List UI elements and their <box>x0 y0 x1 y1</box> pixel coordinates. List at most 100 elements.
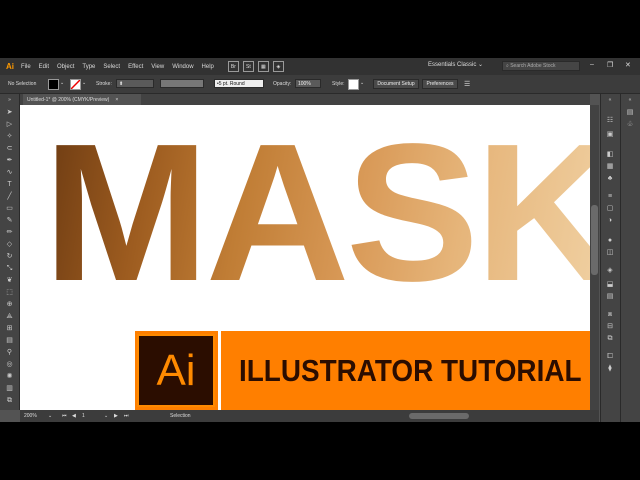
brush-dropdown[interactable]: • 5 pt. Round <box>214 79 264 88</box>
type-icon[interactable]: T <box>4 180 15 189</box>
magic-wand-icon[interactable]: ✧ <box>4 132 15 141</box>
menu-help[interactable]: Help <box>202 64 214 70</box>
canvas[interactable]: MASK Ai ILLUSTRATOR TUTORIAL <box>20 105 590 410</box>
opacity-value: 100% <box>298 80 311 87</box>
artboard-dropdown-icon[interactable]: ⌄ <box>104 413 108 419</box>
document-tab[interactable]: Untitled-1* @ 200% (CMYK/Preview) × <box>23 94 141 105</box>
symbols-icon[interactable]: ♧ <box>625 120 635 128</box>
arrange-documents-icon[interactable]: ▦ <box>257 61 269 72</box>
prev-artboard-icon[interactable]: ◀ <box>72 413 76 419</box>
zoom-dropdown-icon[interactable]: ⌄ <box>48 413 52 419</box>
graphic-styles-icon[interactable]: ◫ <box>605 248 615 256</box>
free-transform-icon[interactable]: ⬚ <box>4 288 15 297</box>
restore-icon[interactable]: ❐ <box>607 61 613 69</box>
gpu-performance-icon[interactable]: ◈ <box>272 61 284 72</box>
rectangle-icon[interactable]: ▭ <box>4 204 15 213</box>
stroke-dropdown-icon[interactable]: ⌄ <box>82 80 86 86</box>
shape-builder-icon[interactable]: ⊕ <box>4 300 15 309</box>
menu-select[interactable]: Select <box>103 64 120 70</box>
menu-effect[interactable]: Effect <box>128 64 143 70</box>
collapse-tools-icon[interactable]: » <box>4 96 15 105</box>
blend-icon[interactable]: ◎ <box>4 360 15 369</box>
scale-icon[interactable]: ⤡ <box>4 264 15 273</box>
mesh-icon[interactable]: ⊞ <box>4 324 15 333</box>
appearance-icon[interactable]: ● <box>605 236 615 244</box>
stroke-icon[interactable]: ≡ <box>605 192 615 200</box>
bridge-icon[interactable]: Br <box>227 61 239 72</box>
libraries-icon[interactable]: ▣ <box>605 130 615 138</box>
transform-icon[interactable]: ⧈ <box>605 310 615 318</box>
vertical-scrollbar[interactable] <box>590 105 599 410</box>
collapse-panels-icon[interactable]: « <box>605 96 615 104</box>
graphic-style-swatch[interactable] <box>348 79 359 90</box>
swatches-icon[interactable]: ♣ <box>605 174 615 182</box>
direct-selection-icon[interactable]: ▷ <box>4 120 15 129</box>
document-setup-button[interactable]: Document Setup <box>373 79 419 89</box>
lasso-icon[interactable]: ⊂ <box>4 144 15 153</box>
eraser-icon[interactable]: ◇ <box>4 240 15 249</box>
close-window-icon[interactable]: ✕ <box>625 61 631 69</box>
eyedropper-icon[interactable]: ⚲ <box>4 348 15 357</box>
rotate-icon[interactable]: ↻ <box>4 252 15 261</box>
first-artboard-icon[interactable]: ⏮ <box>62 413 67 419</box>
tutorial-banner[interactable]: Ai ILLUSTRATOR TUTORIAL <box>135 331 590 410</box>
close-tab-icon[interactable]: × <box>115 97 118 103</box>
line-icon[interactable]: ╱ <box>4 192 15 201</box>
preferences-button[interactable]: Preferences <box>422 79 458 89</box>
stroke-swatch[interactable] <box>70 79 81 90</box>
brushes-icon[interactable]: ▤ <box>625 108 635 116</box>
artboard[interactable]: MASK Ai ILLUSTRATOR TUTORIAL <box>20 105 590 410</box>
panel-menu-icon[interactable]: ☰ <box>464 80 470 88</box>
symbol-sprayer-icon[interactable]: ✺ <box>4 372 15 381</box>
asset-export-icon[interactable]: ⬓ <box>605 280 615 288</box>
opacity-field[interactable]: 100% <box>295 79 321 88</box>
workspace-switcher[interactable]: Essentials Classic ⌄ <box>428 61 483 68</box>
stroke-weight-field[interactable]: ⬍ <box>116 79 154 88</box>
curvature-icon[interactable]: ∿ <box>4 168 15 177</box>
style-dropdown-icon[interactable]: ⌄ <box>360 80 364 86</box>
align-icon[interactable]: ⊟ <box>605 322 615 330</box>
panel-dock-right: « ▤ ♧ <box>620 94 640 422</box>
masked-word[interactable]: MASK <box>43 115 590 311</box>
warp-icon[interactable]: ❦ <box>4 276 15 285</box>
pen-icon[interactable]: ✒ <box>4 156 15 165</box>
variable-width-dropdown[interactable] <box>160 79 204 88</box>
gradient-panel-icon[interactable]: ▢ <box>605 204 615 212</box>
artboard-icon[interactable]: ⧉ <box>4 396 15 405</box>
minimize-icon[interactable]: – <box>590 61 594 68</box>
menu-view[interactable]: View <box>151 64 164 70</box>
color-icon[interactable]: ◧ <box>605 150 615 158</box>
menu-file[interactable]: File <box>21 64 31 70</box>
paintbrush-icon[interactable]: ✎ <box>4 216 15 225</box>
gradient-icon[interactable]: ▤ <box>4 336 15 345</box>
collapse-dock-icon[interactable]: « <box>625 96 635 104</box>
artboard-number[interactable]: 1 <box>82 413 85 419</box>
layers-icon[interactable]: ◈ <box>605 266 615 274</box>
horizontal-scroll-thumb[interactable] <box>409 413 469 419</box>
pencil-icon[interactable]: ✏ <box>4 228 15 237</box>
status-tool: Selection <box>170 413 191 419</box>
zoom-level[interactable]: 200% <box>24 413 37 419</box>
stock-icon[interactable]: St <box>242 61 254 72</box>
fill-swatch[interactable] <box>48 79 59 90</box>
no-stroke-icon <box>70 79 81 90</box>
next-artboard-icon[interactable]: ▶ <box>114 413 118 419</box>
stock-search-input[interactable]: ⌕ Search Adobe Stock <box>502 61 580 71</box>
links-icon[interactable]: ⧠ <box>605 352 615 360</box>
pathfinder-icon[interactable]: ⧉ <box>605 334 615 342</box>
export-icon[interactable]: ⧫ <box>605 364 615 372</box>
transparency-icon[interactable]: ◑ <box>605 216 615 224</box>
menu-type[interactable]: Type <box>82 64 95 70</box>
properties-icon[interactable]: ☷ <box>605 116 615 124</box>
menu-object[interactable]: Object <box>57 64 74 70</box>
artboards-icon[interactable]: ▤ <box>605 292 615 300</box>
perspective-icon[interactable]: ⟁ <box>4 312 15 321</box>
menu-edit[interactable]: Edit <box>39 64 49 70</box>
selection-icon[interactable]: ➤ <box>4 108 15 117</box>
last-artboard-icon[interactable]: ⏭ <box>124 413 129 419</box>
vertical-scroll-thumb[interactable] <box>591 205 598 275</box>
color-guide-icon[interactable]: ▦ <box>605 162 615 170</box>
menu-window[interactable]: Window <box>172 64 193 70</box>
graph-icon[interactable]: ▥ <box>4 384 15 393</box>
fill-dropdown-icon[interactable]: ⌄ <box>60 80 64 86</box>
